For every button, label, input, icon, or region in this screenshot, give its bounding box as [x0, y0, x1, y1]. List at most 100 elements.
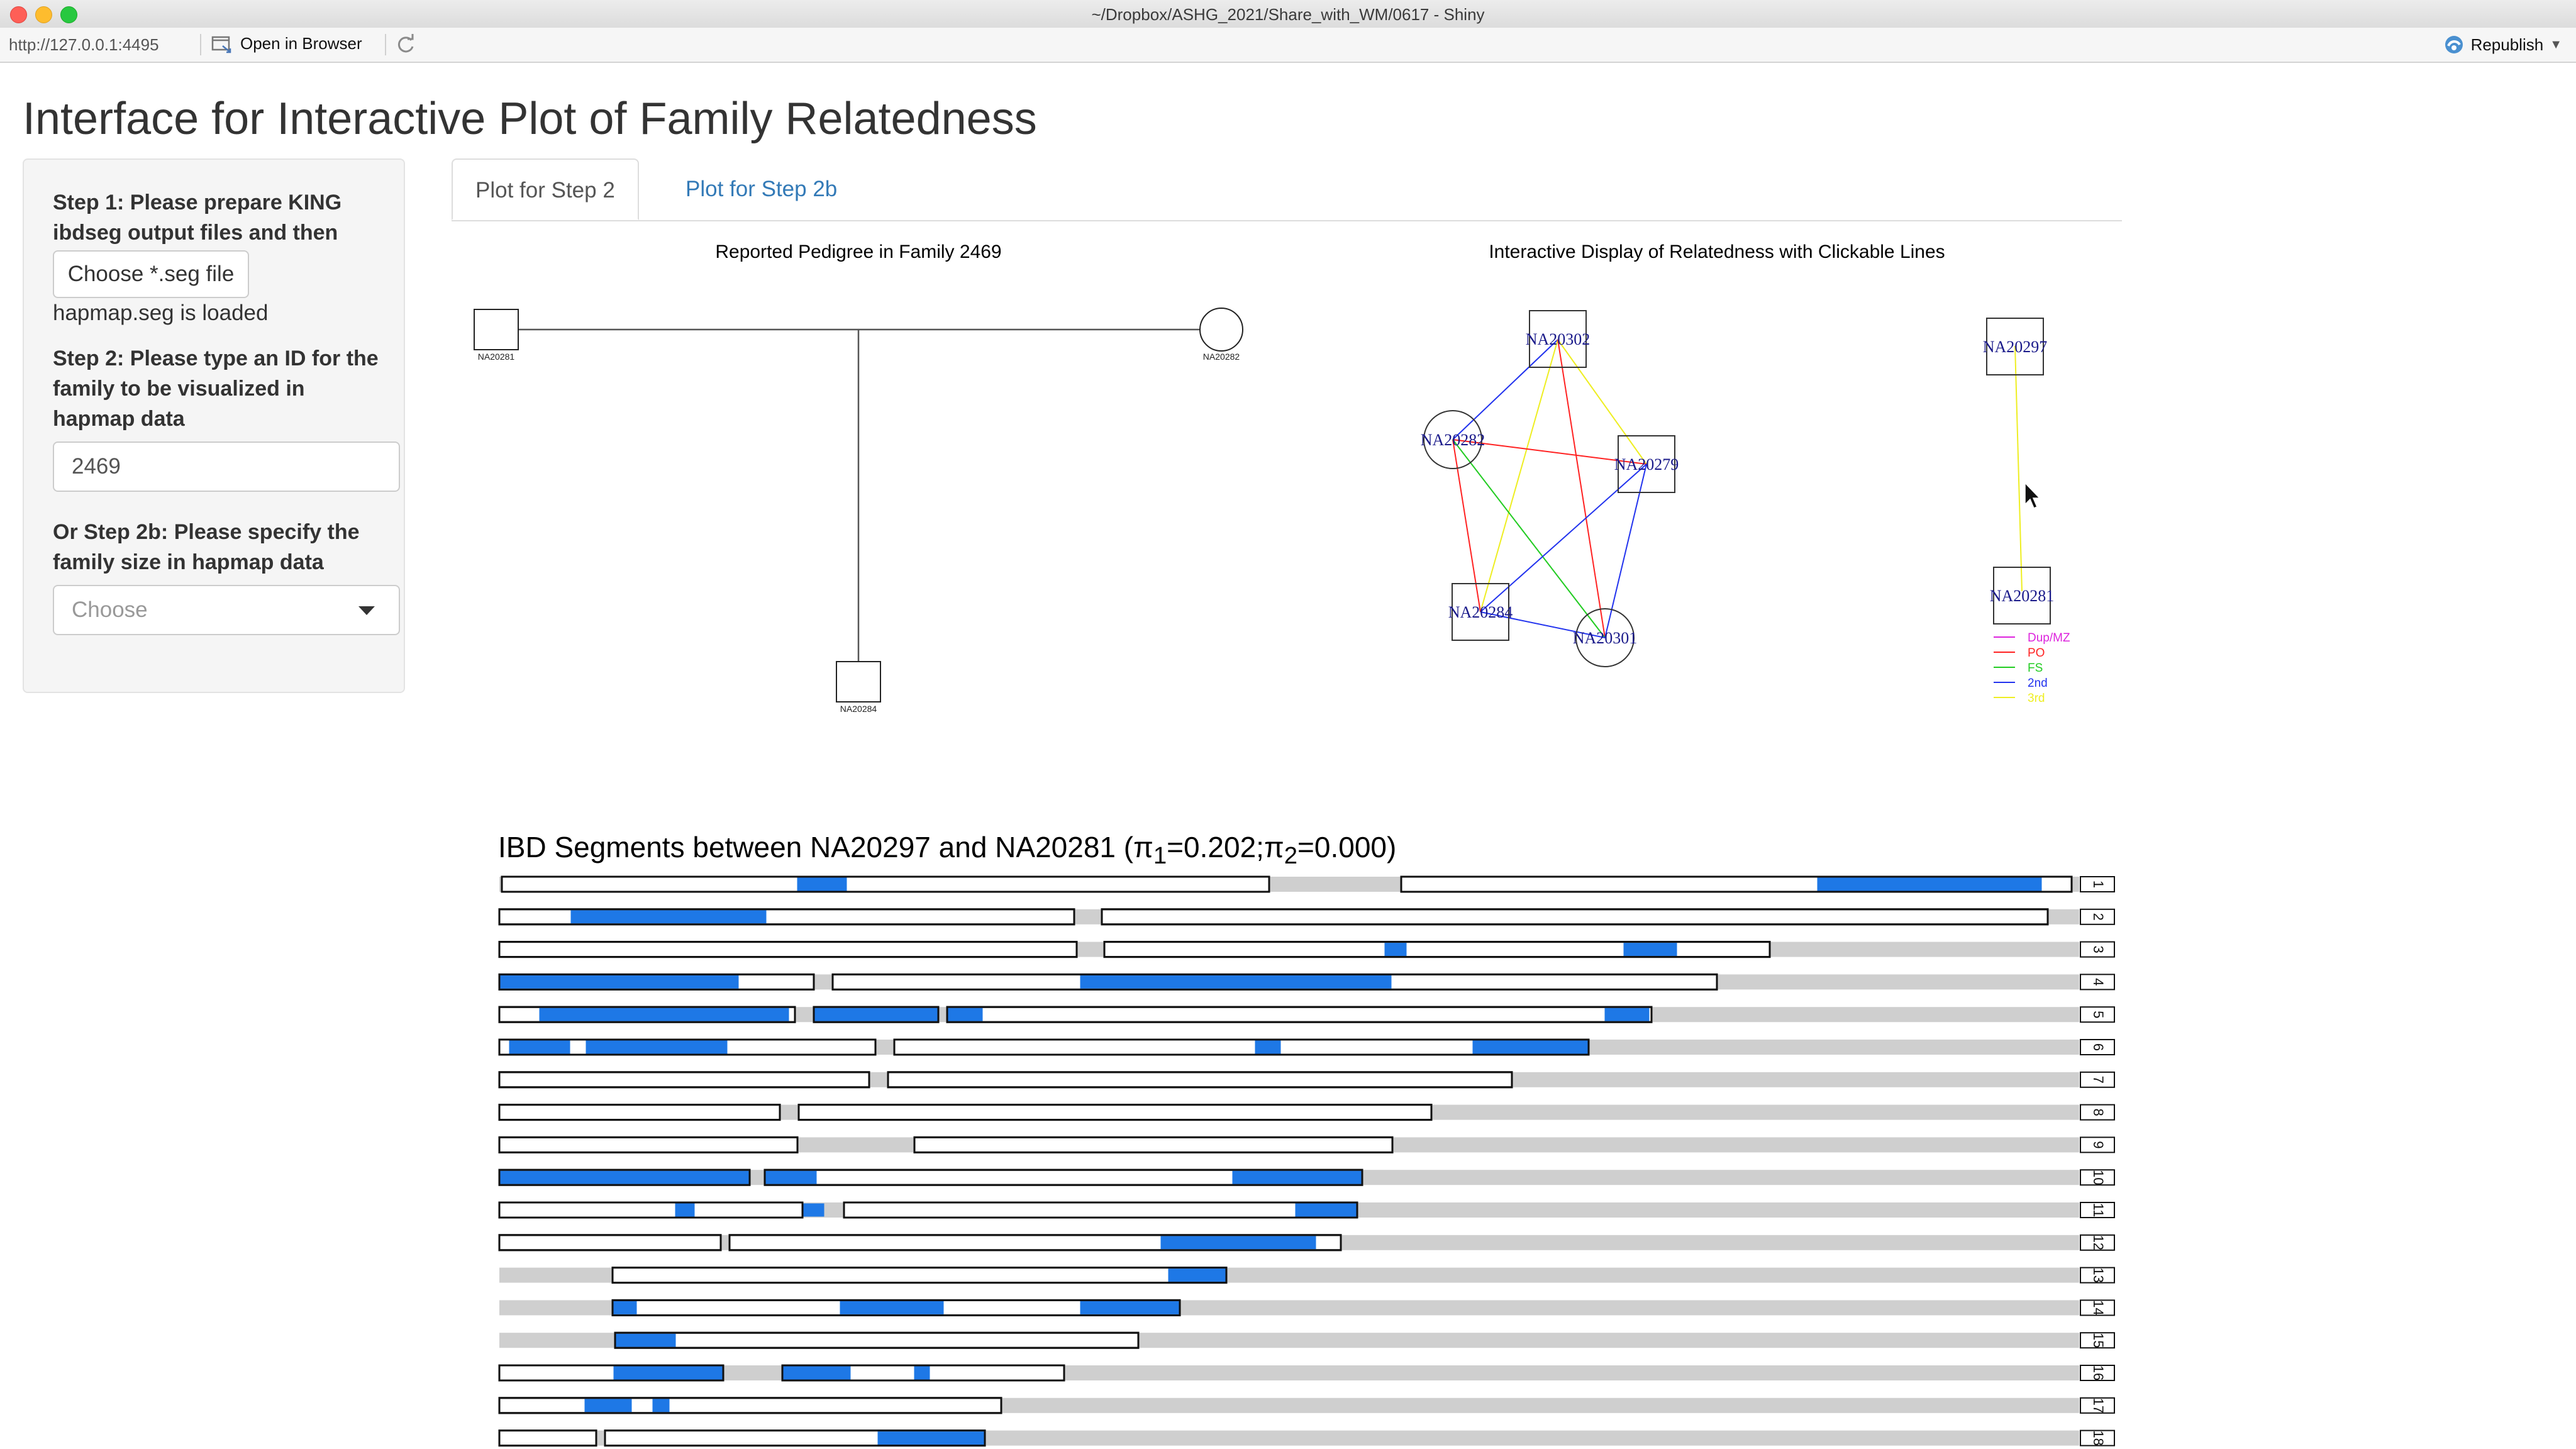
node-na20279-label: NA20279	[1614, 455, 1679, 474]
refresh-icon[interactable]	[395, 34, 416, 55]
edge-302-301[interactable]	[1557, 339, 1606, 638]
chromosome-row: 7	[498, 1071, 2115, 1089]
chromosome-label: 11	[2090, 1203, 2106, 1218]
chromosome-label: 18	[2090, 1430, 2106, 1445]
pi1-value: =0.202;	[1167, 831, 1264, 863]
ibd-segment[interactable]	[586, 1040, 728, 1054]
tab-plot-step2[interactable]: Plot for Step 2	[452, 158, 639, 220]
ibd-segment[interactable]	[509, 1040, 570, 1054]
ibd-segment[interactable]	[584, 1399, 632, 1413]
chromosome-label: 1	[2090, 880, 2106, 888]
ibd-segment[interactable]	[500, 975, 739, 989]
ibd-segment[interactable]	[1295, 1203, 1357, 1217]
family-size-placeholder: Choose	[72, 597, 148, 622]
ibd-segment[interactable]	[1160, 1236, 1316, 1250]
file-loaded-note: hapmap.seg is loaded	[53, 301, 269, 325]
ibd-segment[interactable]	[802, 1203, 824, 1217]
chromosome-label: 10	[2090, 1170, 2106, 1185]
chromosome-row: 2	[498, 908, 2115, 926]
ibd-segment[interactable]	[877, 1431, 984, 1445]
pedigree-mother-node[interactable]	[1199, 308, 1243, 352]
open-in-browser-button[interactable]: Open in Browser	[211, 34, 362, 53]
chevron-down-icon[interactable]: ▼	[2550, 38, 2562, 52]
sidebar-panel: Step 1: Please prepare KING ibdseg outpu…	[23, 158, 405, 693]
window-titlebar: ~/Dropbox/ASHG_2021/Share_with_WM/0617 -…	[0, 0, 2576, 28]
node-na20302-label: NA20302	[1526, 330, 1591, 348]
ibd-segment[interactable]	[814, 1008, 938, 1021]
chromosome-label: 14	[2090, 1300, 2106, 1315]
ibd-segment[interactable]	[1623, 943, 1677, 957]
chromosome-arm	[498, 1136, 799, 1153]
chromosome-row: 17	[498, 1397, 2115, 1414]
ibd-segment[interactable]	[765, 1170, 817, 1184]
republish-label: Republish	[2470, 35, 2544, 54]
ibd-segment[interactable]	[1232, 1170, 1362, 1184]
tab-plot-step2b[interactable]: Plot for Step 2b	[663, 158, 860, 220]
legend-label-dupmz: Dup/MZ	[2028, 631, 2070, 645]
ibd-segment[interactable]	[1604, 1008, 1650, 1021]
ibd-segment[interactable]	[570, 910, 767, 924]
ibd-segment[interactable]	[840, 1301, 944, 1314]
chromosome-row: 10	[498, 1169, 2115, 1186]
ibd-segment[interactable]	[1080, 975, 1392, 989]
edge-302-284[interactable]	[1480, 339, 1558, 613]
ibd-segment[interactable]	[675, 1203, 695, 1217]
node-na20284-label: NA20284	[1448, 603, 1513, 621]
pi-symbol: π	[1263, 831, 1284, 863]
ibd-segment[interactable]	[1384, 943, 1407, 957]
ibd-segment[interactable]	[797, 877, 847, 891]
pi2-value: =0.000)	[1297, 831, 1397, 863]
ibd-segment[interactable]	[613, 1301, 637, 1314]
edge-302-282[interactable]	[1452, 339, 1558, 440]
pedigree-plot: NA20281 NA20282 NA20284	[474, 308, 1243, 714]
chromosome-label: 5	[2090, 1011, 2106, 1018]
edge-279-301[interactable]	[1604, 464, 1647, 638]
ibd-segment[interactable]	[914, 1366, 930, 1380]
edge-297-281[interactable]	[2014, 345, 2023, 592]
ibd-segment[interactable]	[1168, 1269, 1226, 1282]
open-in-browser-label: Open in Browser	[240, 34, 362, 53]
browser-icon	[211, 36, 231, 53]
chromosome-row: 15	[499, 1331, 2115, 1349]
viewer-toolbar: http://127.0.0.1:4495 Open in Browser Re…	[0, 28, 2576, 63]
publish-icon	[2445, 36, 2463, 53]
chromosome-label: 16	[2090, 1365, 2106, 1380]
ibd-segment[interactable]	[948, 1008, 983, 1021]
chromosome-row: 6	[498, 1038, 2115, 1056]
chromosome-row: 5	[498, 1006, 2115, 1023]
ibd-segment[interactable]	[539, 1008, 789, 1021]
ibd-segment[interactable]	[1255, 1040, 1281, 1054]
ibd-segment[interactable]	[652, 1399, 670, 1413]
chromosome-arm	[614, 1331, 1140, 1349]
pi2-subscript: 2	[1284, 842, 1298, 870]
chromosome-label: 8	[2090, 1108, 2106, 1116]
ibd-segment[interactable]	[1472, 1040, 1588, 1054]
choose-seg-file-button[interactable]: Choose *.seg file	[53, 250, 249, 298]
ibd-segment[interactable]	[783, 1366, 851, 1380]
ibd-segment[interactable]	[1817, 877, 2042, 891]
ibd-segment[interactable]	[1080, 1301, 1179, 1314]
chromosome-arm	[501, 875, 1270, 893]
chromosome-row: 12	[498, 1234, 2115, 1252]
edge-302-279[interactable]	[1557, 339, 1647, 465]
chromosome-arm	[946, 1006, 1653, 1023]
pedigree-father-node[interactable]	[474, 309, 519, 350]
ibd-segment[interactable]	[616, 1333, 676, 1347]
ibd-segment[interactable]	[613, 1366, 723, 1380]
step1-label: Step 1: Please prepare KING ibdseg outpu…	[53, 191, 342, 245]
ibd-segment[interactable]	[500, 1170, 749, 1184]
pedigree-child-node[interactable]	[836, 661, 881, 702]
pi1-subscript: 1	[1153, 842, 1167, 870]
legend-label-po: PO	[2028, 647, 2045, 660]
family-id-input[interactable]: 2469	[53, 441, 400, 492]
republish-button[interactable]: Republish ▼	[2443, 34, 2562, 55]
family-size-select[interactable]: Choose	[53, 585, 400, 635]
chromosome-label: 6	[2090, 1043, 2106, 1051]
chromosome-row: 16	[498, 1364, 2115, 1382]
chromosome-arm	[498, 1397, 1002, 1414]
chromosome-arm	[611, 1267, 1228, 1284]
chromosome-row: 18	[498, 1430, 2115, 1447]
node-na20281-label: NA20281	[1990, 587, 2055, 605]
edge-279-284[interactable]	[1480, 464, 1647, 613]
chromosome-arm	[498, 941, 1078, 958]
